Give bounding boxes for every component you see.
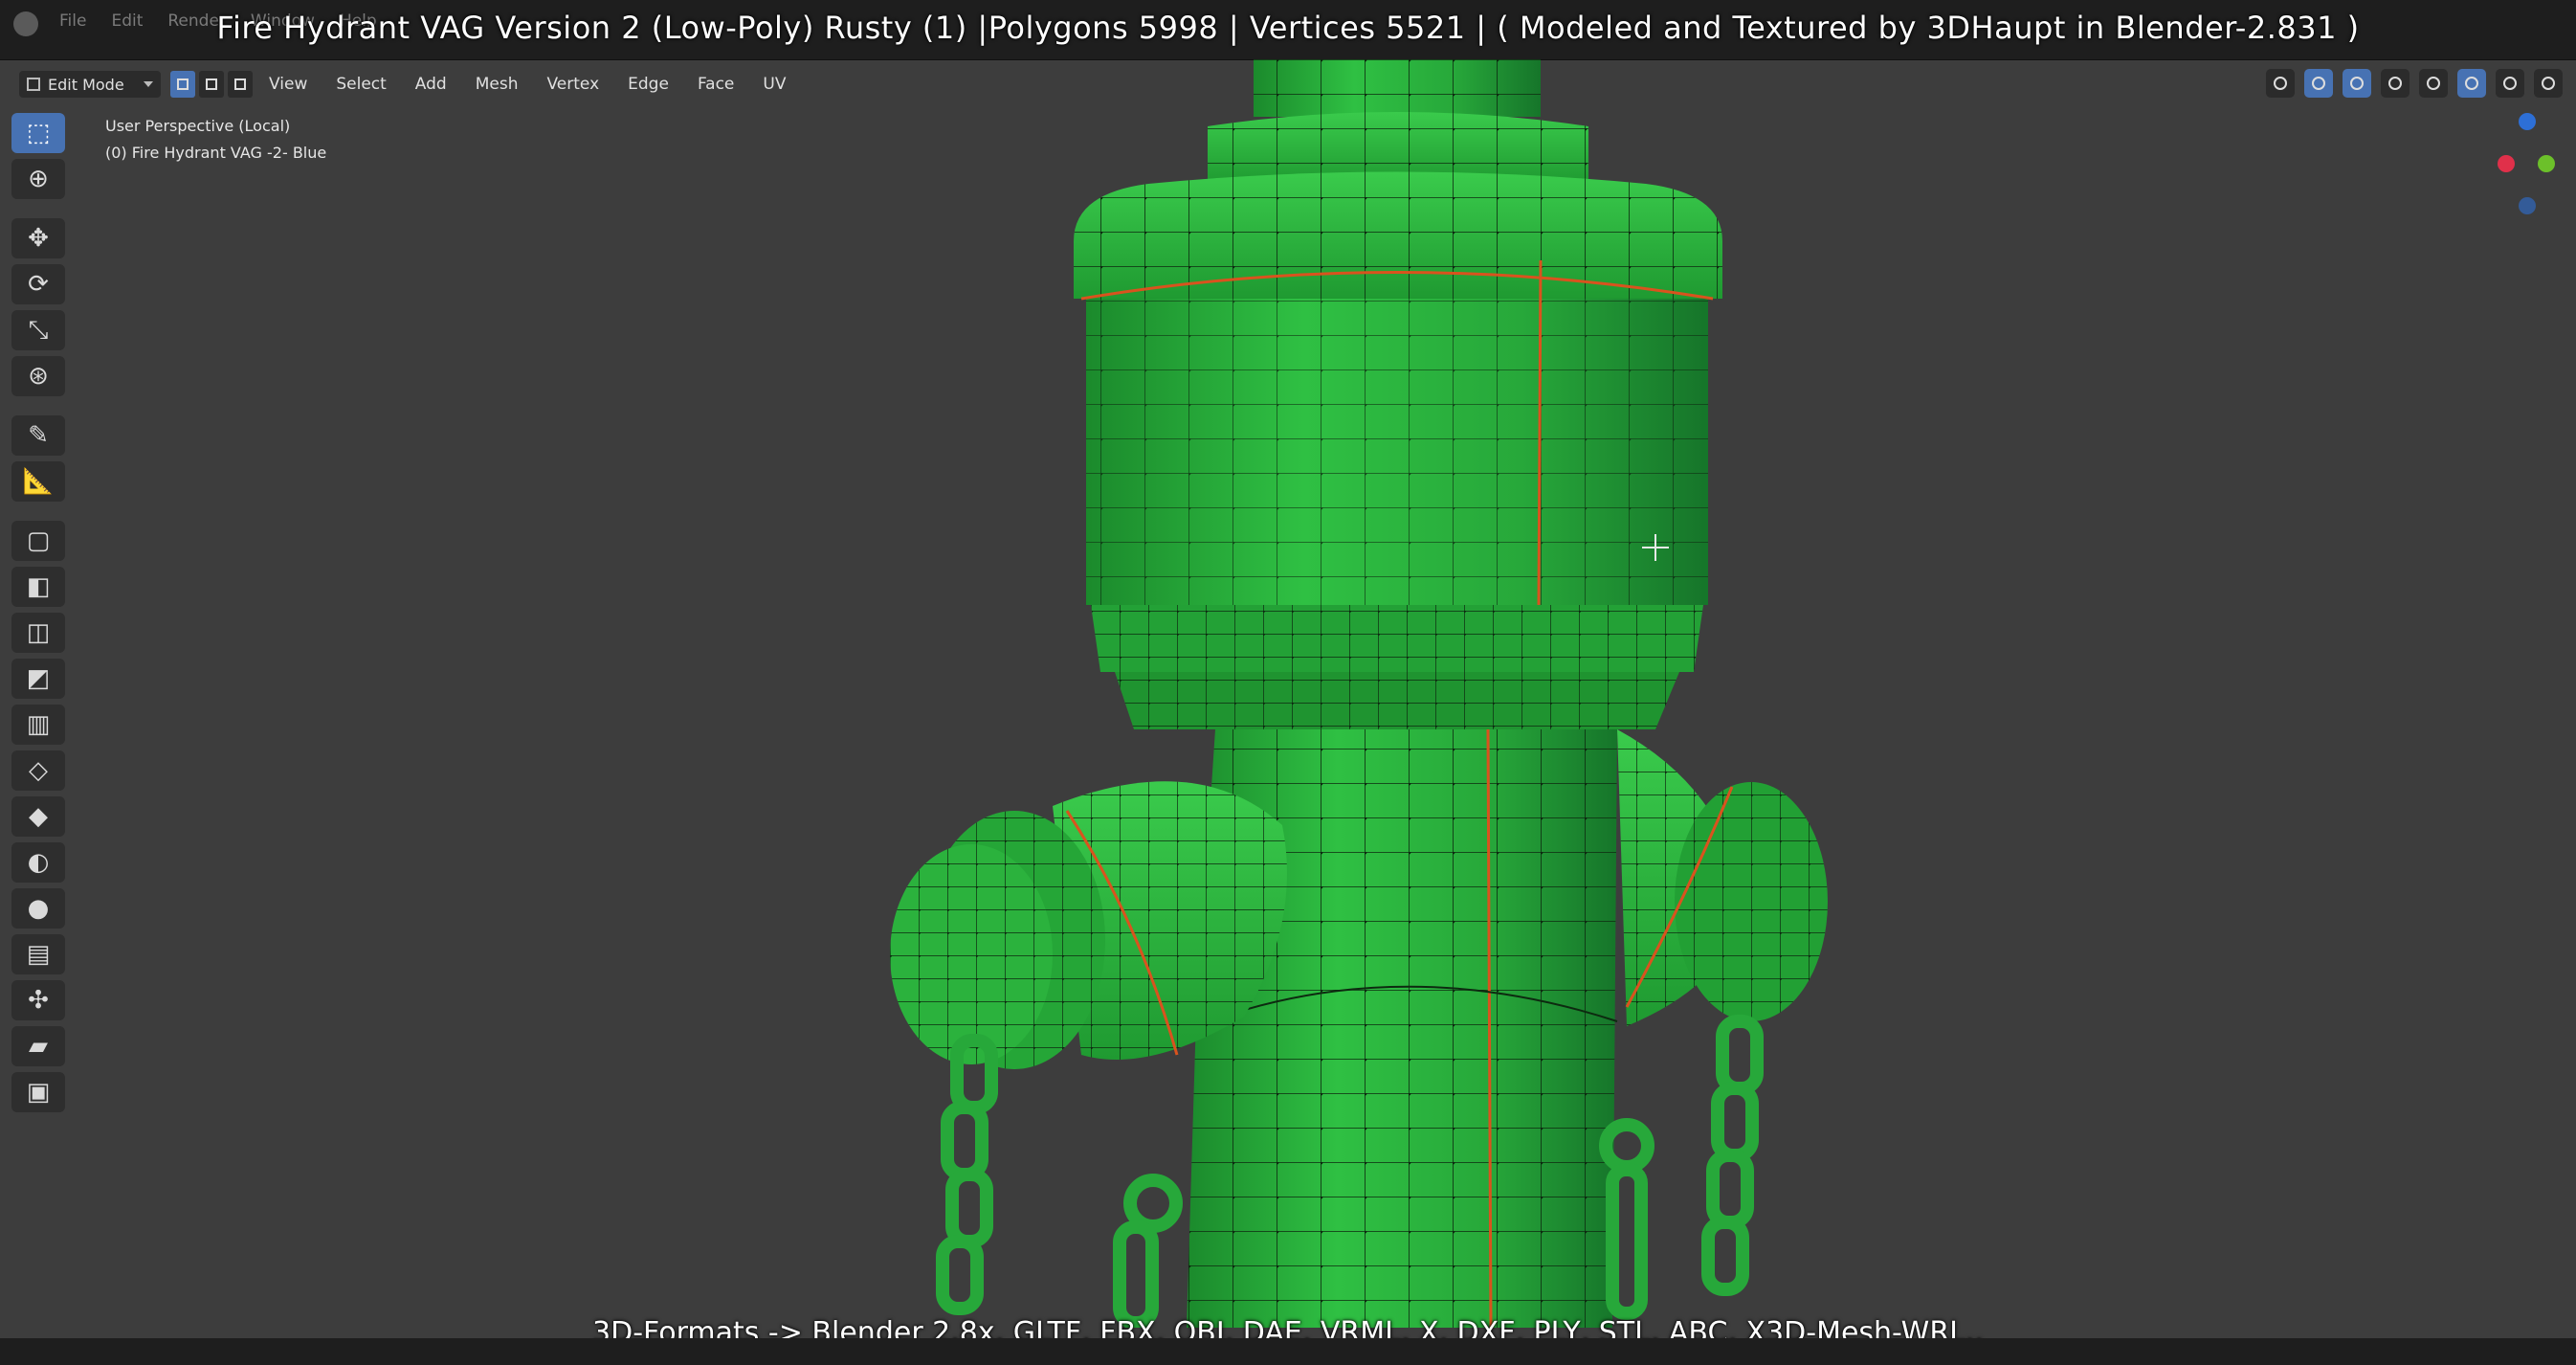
y-axis-icon[interactable] <box>2538 155 2555 172</box>
eye-icon <box>2274 77 2287 90</box>
menu-uv[interactable]: UV <box>748 73 800 96</box>
bevel-tool[interactable]: ◩ <box>11 659 65 699</box>
extrude-tool[interactable]: ◧ <box>11 567 65 607</box>
add-cube-tool[interactable]: ▢ <box>11 521 65 561</box>
xray-toggle[interactable] <box>2381 69 2409 98</box>
rendered-shading[interactable] <box>2534 69 2563 98</box>
navigation-gizmo[interactable] <box>2498 113 2555 218</box>
menu-select[interactable]: Select <box>322 73 400 96</box>
menu-vertex[interactable]: Vertex <box>532 73 613 96</box>
select-mode-group <box>170 71 253 98</box>
annotate-tool[interactable]: ✎ <box>11 415 65 456</box>
mode-select[interactable]: Edit Mode <box>19 71 161 98</box>
perspective-label: User Perspective (Local) <box>105 117 291 135</box>
rotate-tool[interactable]: ⟳ <box>11 264 65 304</box>
z-axis-icon[interactable] <box>2519 113 2536 130</box>
knife-tool[interactable]: ◇ <box>11 750 65 791</box>
video-title-overlay: Fire Hydrant VAG Version 2 (Low-Poly) Ru… <box>216 10 2360 46</box>
overlay-icon <box>2350 77 2364 90</box>
tool-gap <box>11 507 67 515</box>
active-object-label: (0) Fire Hydrant VAG -2- Blue <box>105 144 327 162</box>
tool-gap <box>11 402 67 410</box>
select-box-tool[interactable]: ⬚ <box>11 113 65 153</box>
status-bar <box>0 1338 2576 1365</box>
cursor-tool[interactable]: ⊕ <box>11 159 65 199</box>
solid-shading[interactable] <box>2457 69 2486 98</box>
spin-tool[interactable]: ◐ <box>11 842 65 883</box>
viewport-header-menu: View Select Add Mesh Vertex Edge Face UV <box>255 73 800 96</box>
visibility-button[interactable] <box>2266 69 2295 98</box>
transform-tool[interactable]: ⊛ <box>11 356 65 396</box>
gizmo-icon <box>2312 77 2325 90</box>
face-select-button[interactable] <box>228 71 253 98</box>
menu-face[interactable]: Face <box>683 73 748 96</box>
vertex-select-button[interactable] <box>170 71 195 98</box>
wireframe-shading[interactable] <box>2419 69 2448 98</box>
tool-gap <box>11 205 67 213</box>
solid-sphere-icon <box>2465 77 2478 90</box>
material-shading[interactable] <box>2496 69 2524 98</box>
viewport-info: User Perspective (Local) (0) Fire Hydran… <box>105 113 326 167</box>
menu-view[interactable]: View <box>255 73 322 96</box>
viewport-3d[interactable] <box>0 59 2576 1328</box>
gizmo-toggle[interactable] <box>2304 69 2333 98</box>
mode-label: Edit Mode <box>48 75 124 94</box>
edge-slide-tool[interactable]: ▤ <box>11 934 65 974</box>
measure-tool[interactable]: 📐 <box>11 461 65 502</box>
hydrant-right-outlet <box>1617 729 1828 1026</box>
wireframe-icon <box>2427 77 2440 90</box>
shrink-fatten-tool[interactable]: ✣ <box>11 980 65 1020</box>
rendered-icon <box>2542 77 2555 90</box>
loop-cut-tool[interactable]: ▥ <box>11 705 65 745</box>
shear-tool[interactable]: ▰ <box>11 1026 65 1066</box>
menu-edge[interactable]: Edge <box>613 73 683 96</box>
poly-build-tool[interactable]: ◆ <box>11 796 65 837</box>
edge-select-icon <box>206 78 217 90</box>
face-select-icon <box>234 78 246 90</box>
edge-select-button[interactable] <box>199 71 224 98</box>
material-icon <box>2503 77 2517 90</box>
x-axis-icon[interactable] <box>2498 155 2515 172</box>
viewport-shading-tools <box>2266 69 2563 98</box>
menu-mesh[interactable]: Mesh <box>461 73 533 96</box>
move-tool[interactable]: ✥ <box>11 218 65 258</box>
overlay-toggle[interactable] <box>2343 69 2371 98</box>
edit-mode-icon <box>27 78 40 91</box>
hydrant-bonnet <box>1074 171 1722 729</box>
tool-shelf: ⬚ ⊕ ✥ ⟳ ⤡ ⊛ ✎ 📐 ▢ ◧ ◫ ◩ ▥ ◇ ◆ ◐ ● ▤ ✣ ▰ ▣ <box>11 113 67 1112</box>
menu-add[interactable]: Add <box>401 73 461 96</box>
neg-z-axis-icon[interactable] <box>2519 197 2536 214</box>
xray-icon <box>2388 77 2402 90</box>
chevron-down-icon <box>144 81 153 87</box>
smooth-tool[interactable]: ● <box>11 888 65 929</box>
scale-tool[interactable]: ⤡ <box>11 310 65 350</box>
rip-tool[interactable]: ▣ <box>11 1072 65 1112</box>
vertex-select-icon <box>177 78 189 90</box>
inset-tool[interactable]: ◫ <box>11 613 65 653</box>
hydrant-stem-top <box>1208 59 1588 184</box>
